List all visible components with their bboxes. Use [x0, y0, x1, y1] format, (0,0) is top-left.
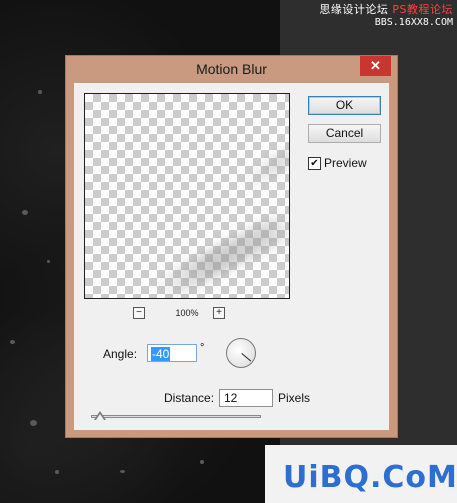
debris-speck [120, 470, 125, 473]
dialog-title: Motion Blur [196, 61, 267, 77]
distance-input[interactable]: 12 [219, 389, 273, 407]
zoom-in-button[interactable]: + [213, 307, 225, 319]
ok-button[interactable]: OK [308, 96, 381, 115]
distance-slider-thumb-inner [96, 414, 104, 420]
zoom-level: 100% [175, 308, 199, 318]
distance-unit: Pixels [278, 391, 311, 405]
debris-speck [47, 260, 50, 263]
angle-dial[interactable] [226, 338, 256, 368]
minus-icon: − [136, 307, 142, 318]
debris-speck [22, 210, 28, 215]
zoom-out-button[interactable]: − [133, 307, 145, 319]
watermark-forum-name: PS教程论坛 [392, 3, 453, 16]
degree-symbol: ° [200, 342, 205, 354]
debris-speck [38, 90, 42, 94]
watermark-top: 思缘设计论坛 PS教程论坛 BBS.16XX8.COM [278, 3, 453, 29]
cancel-button[interactable]: Cancel [308, 124, 381, 143]
preview-label: Preview [324, 156, 367, 170]
checkmark-icon: ✔ [310, 158, 319, 169]
zoom-controls: − 100% + [84, 307, 290, 321]
motion-blur-dialog: Motion Blur ✕ − 100% + OK Cancel ✔ Previ… [65, 55, 398, 438]
debris-speck [55, 470, 59, 474]
angle-value: -40 [151, 347, 171, 361]
dialog-body: − 100% + OK Cancel ✔ Preview Angle: -40 … [74, 83, 389, 430]
distance-slider-track[interactable] [91, 415, 261, 418]
angle-input[interactable]: -40 [147, 344, 197, 362]
angle-label: Angle: [103, 347, 138, 361]
preview-canvas[interactable] [84, 93, 290, 299]
watermark-url: BBS.16XX8.COM [374, 17, 453, 28]
close-button[interactable]: ✕ [360, 56, 391, 76]
debris-speck [30, 420, 37, 426]
debris-speck [200, 460, 204, 464]
close-icon: ✕ [370, 58, 381, 73]
plus-icon: + [216, 307, 222, 318]
blur-streak [238, 129, 289, 195]
title-bar[interactable]: Motion Blur ✕ [66, 56, 397, 83]
debris-speck [10, 340, 15, 344]
preview-checkbox[interactable]: ✔ [308, 157, 321, 170]
angle-dial-needle [241, 353, 252, 362]
watermark-site-name: 思缘设计论坛 [319, 3, 389, 16]
watermark-bottom-logo: UiBQ.CoM [283, 460, 457, 495]
distance-label: Distance: [164, 391, 215, 405]
blur-streak [148, 207, 289, 298]
